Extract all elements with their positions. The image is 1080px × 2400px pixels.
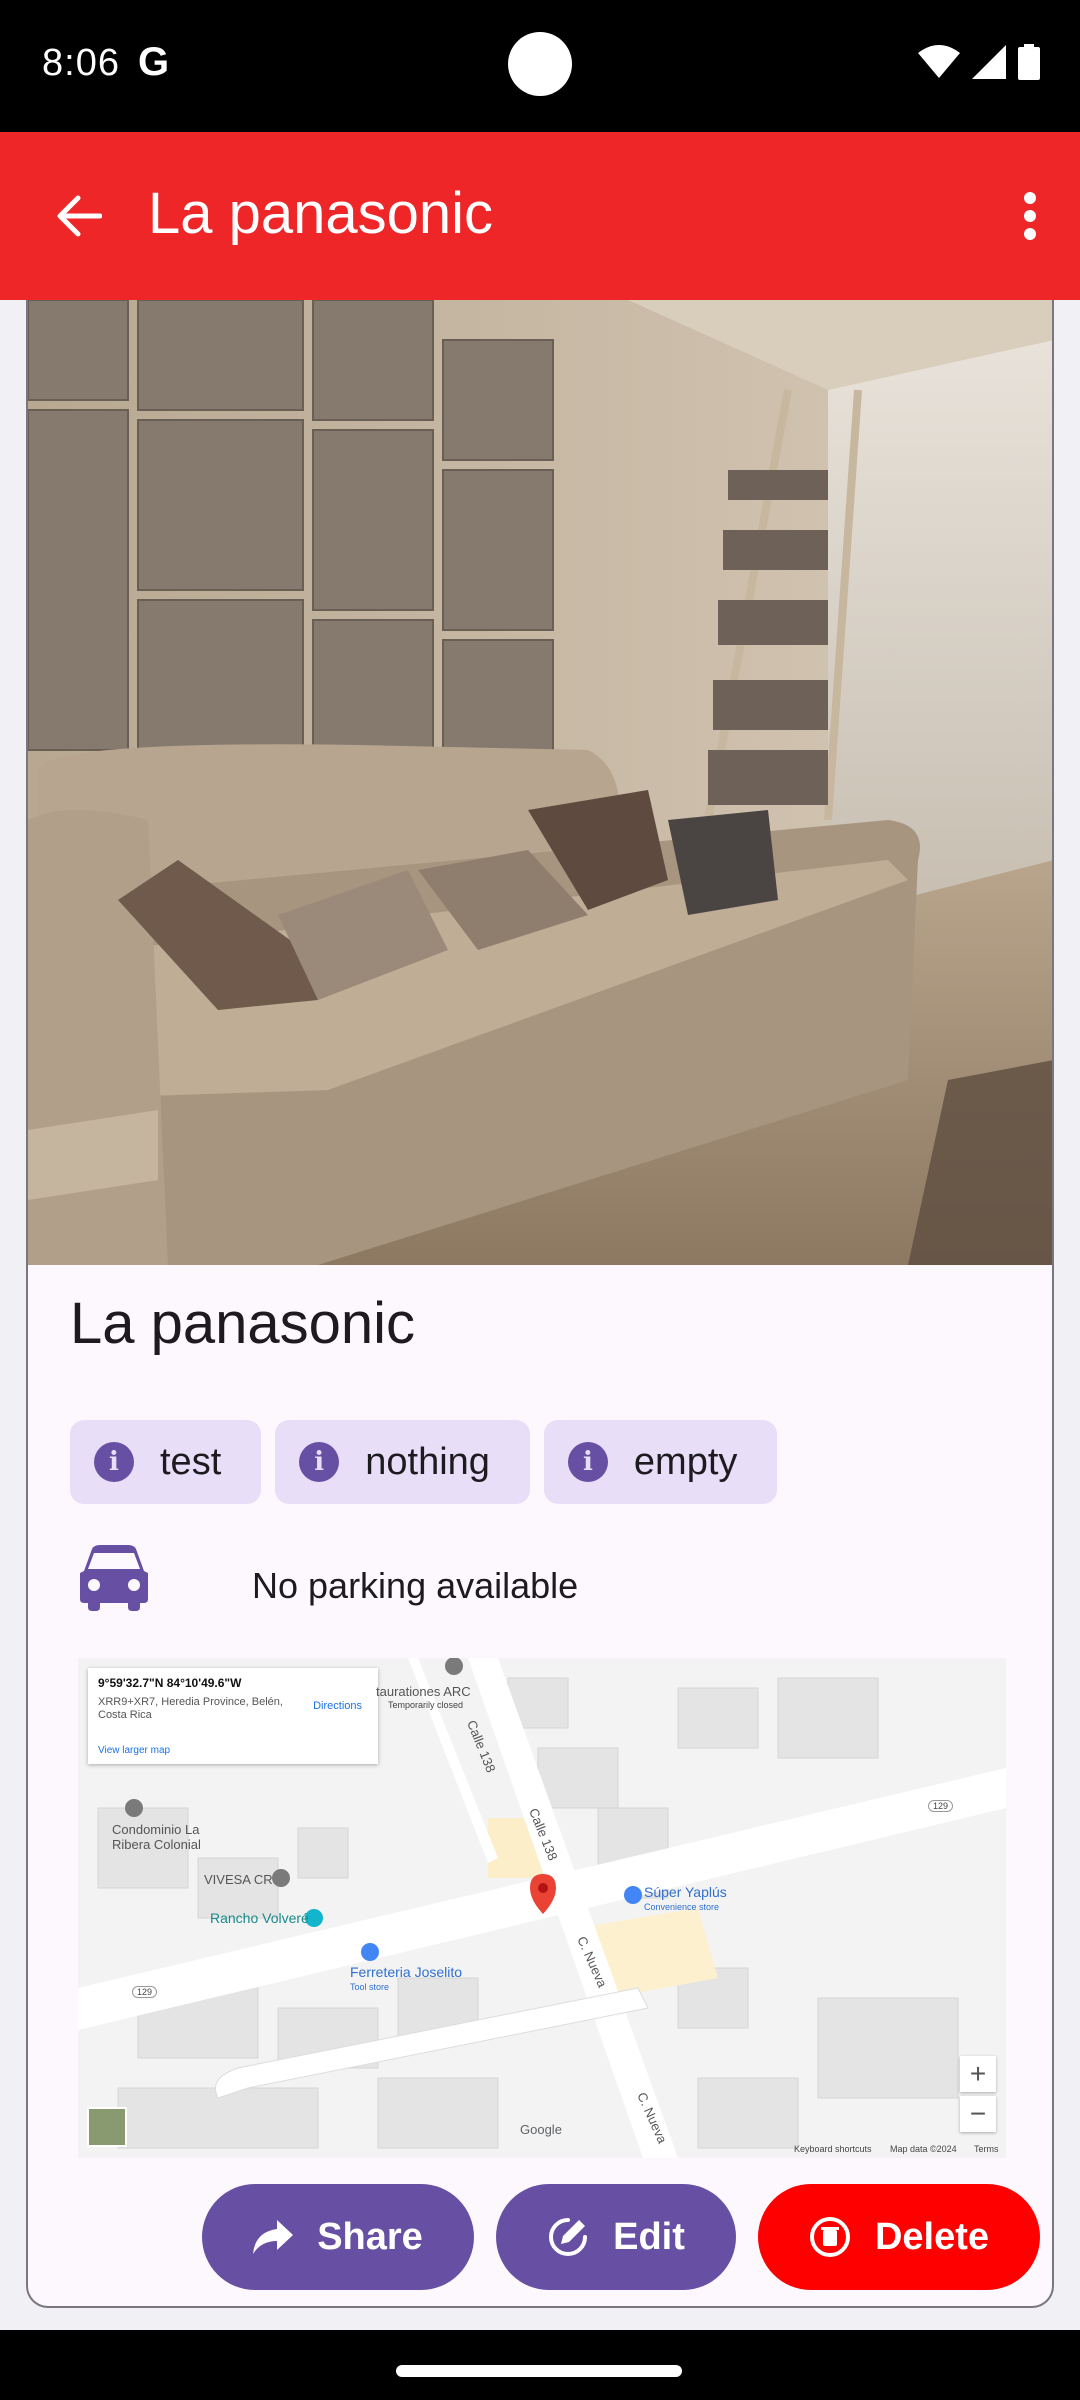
map-label: VIVESA CR xyxy=(204,1872,273,1887)
map-label: Ferreteria Joselito xyxy=(350,1964,463,1980)
share-label: Share xyxy=(317,2215,423,2258)
content-area: La panasonic i test i nothing i empty No… xyxy=(0,300,1080,2330)
car-icon xyxy=(80,1545,148,1611)
info-icon: i xyxy=(299,1442,340,1482)
map-label: Convenience store xyxy=(644,1902,720,1912)
tag-chip-label: nothing xyxy=(365,1440,490,1483)
zoom-in-button[interactable]: + xyxy=(960,2056,996,2092)
share-icon xyxy=(253,2220,294,2254)
tag-chip[interactable]: i nothing xyxy=(275,1420,530,1504)
route-badge: 129 xyxy=(132,1986,158,1998)
delete-icon xyxy=(809,2217,850,2257)
info-icon: i xyxy=(567,1442,608,1482)
terms-link[interactable]: Terms xyxy=(974,2144,999,2154)
tag-chip[interactable]: i empty xyxy=(543,1420,778,1504)
place-title: La panasonic xyxy=(70,1291,416,1356)
app-bar-title: La panasonic xyxy=(148,181,494,246)
map-coordinates: 9°59'32.7"N 84°10'49.6"W xyxy=(98,1676,242,1690)
map-info-card: 9°59'32.7"N 84°10'49.6"W XRR9+XR7, Hered… xyxy=(88,1668,378,1764)
map-label: Tool store xyxy=(350,1982,390,1992)
share-button[interactable]: Share xyxy=(202,2184,474,2290)
map-label: Temporarily closed xyxy=(388,1700,464,1710)
edit-label: Edit xyxy=(613,2215,685,2258)
arrow-left-icon xyxy=(57,195,102,237)
place-photo xyxy=(28,300,1052,1265)
action-buttons: Share Edit Delete xyxy=(202,2184,1040,2290)
app-bar: La panasonic xyxy=(0,132,1080,300)
back-button[interactable] xyxy=(44,182,112,250)
tag-chip-label: empty xyxy=(633,1440,738,1483)
tag-chip[interactable]: i test xyxy=(70,1420,262,1504)
keyboard-shortcuts-link[interactable]: Keyboard shortcuts xyxy=(794,2144,872,2154)
parking-row: No parking available xyxy=(78,1545,578,1611)
map-embed[interactable]: 9°59'32.7"N 84°10'49.6"W XRR9+XR7, Hered… xyxy=(78,1658,1006,2158)
info-icon: i xyxy=(94,1442,134,1482)
map-label: Rancho Volveré xyxy=(210,1910,309,1926)
edit-icon xyxy=(549,2218,588,2256)
place-card: La panasonic i test i nothing i empty No… xyxy=(26,300,1054,2308)
map-label: taurationes ARC xyxy=(376,1684,471,1699)
camera-cutout xyxy=(508,32,572,96)
delete-label: Delete xyxy=(874,2215,990,2258)
more-vert-icon xyxy=(1024,192,1036,240)
parking-label: No parking available xyxy=(252,1565,579,1606)
route-badge: 129 xyxy=(928,1800,954,1812)
phone-screen: 8:06 G La panasonic La panasonic i test … xyxy=(0,0,1080,2400)
status-icons xyxy=(918,44,1040,80)
google-logo: Google xyxy=(520,2122,562,2137)
signal-icon xyxy=(972,45,1006,79)
view-larger-map-link[interactable]: View larger map xyxy=(98,1745,170,1756)
tag-chip-label: test xyxy=(160,1440,222,1483)
status-time: 8:06 xyxy=(42,42,120,84)
map-address: XRR9+XR7, Heredia Province, Belén, Costa… xyxy=(98,1696,283,1721)
map-label: Súper Yaplús xyxy=(644,1884,727,1900)
more-options-button[interactable] xyxy=(1004,178,1056,254)
home-gesture-handle[interactable] xyxy=(396,2365,682,2377)
tag-chips: i test i nothing i empty xyxy=(70,1420,778,1504)
map-label: Condominio La Ribera Colonial xyxy=(112,1822,201,1852)
map-data-attribution: Map data ©2024 xyxy=(890,2144,957,2154)
status-bar: 8:06 G xyxy=(0,0,1080,132)
zoom-out-button[interactable]: − xyxy=(960,2096,996,2132)
edit-button[interactable]: Edit xyxy=(496,2184,736,2290)
delete-button[interactable]: Delete xyxy=(758,2184,1040,2290)
google-notification-icon: G xyxy=(138,40,170,84)
living-room-image xyxy=(28,300,1052,1265)
map-directions-link[interactable]: Directions xyxy=(313,1700,362,1712)
wifi-icon xyxy=(918,45,960,78)
battery-icon xyxy=(1018,44,1040,80)
